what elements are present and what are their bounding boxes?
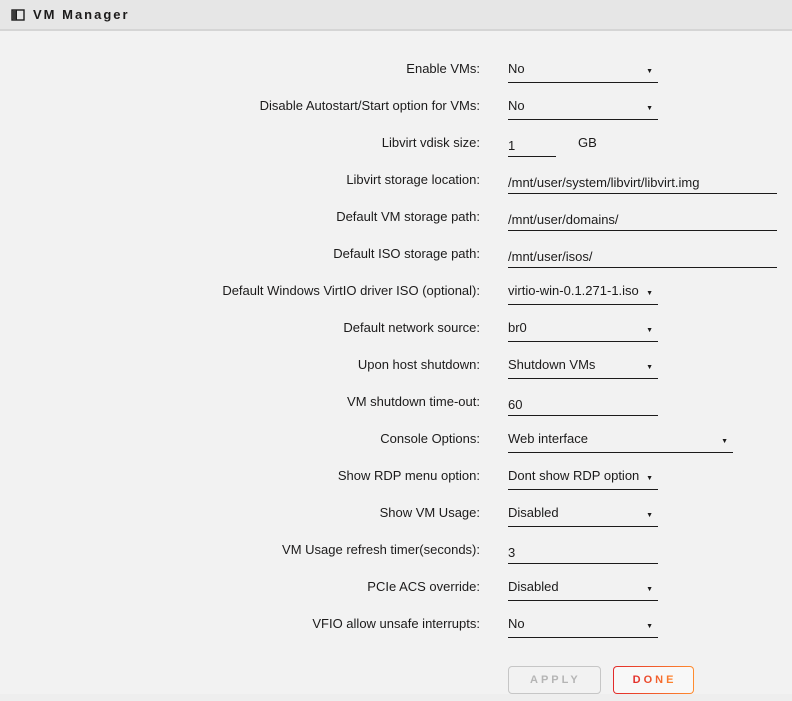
default-vm-storage-path-input[interactable]	[508, 209, 777, 231]
done-button[interactable]: DONE	[614, 667, 694, 693]
chevron-down-icon: ▼	[646, 360, 653, 375]
chevron-down-icon: ▼	[646, 619, 653, 634]
disable-autostart-label: Disable Autostart/Start option for VMs:	[0, 98, 480, 113]
show-vm-usage-row: Show VM Usage: Disabled ▼	[0, 505, 792, 542]
apply-button[interactable]: APPLY	[508, 666, 601, 694]
show-vm-usage-label: Show VM Usage:	[0, 505, 480, 520]
console-options-selected-value: Web interface	[508, 431, 588, 446]
default-network-source-selected-value: br0	[508, 320, 527, 335]
show-vm-usage-select[interactable]: Disabled ▼	[508, 505, 658, 527]
vm-settings-form: Enable VMs: No ▼ Disable Autostart/Start …	[0, 31, 792, 653]
enable-vms-label: Enable VMs:	[0, 61, 480, 76]
upon-host-shutdown-row: Upon host shutdown: Shutdown VMs ▼	[0, 357, 792, 394]
default-iso-storage-path-label: Default ISO storage path:	[0, 246, 480, 261]
vm-usage-refresh-timer-input[interactable]	[508, 542, 658, 564]
libvirt-vdisk-size-suffix-label: GB	[578, 135, 597, 150]
pcie-acs-override-label: PCIe ACS override:	[0, 579, 480, 594]
upon-host-shutdown-selected-value: Shutdown VMs	[508, 357, 595, 372]
libvirt-vdisk-size-label: Libvirt vdisk size:	[0, 135, 480, 150]
done-button-border: DONE	[613, 666, 695, 694]
vfio-unsafe-interrupts-label: VFIO allow unsafe interrupts:	[0, 616, 480, 631]
upon-host-shutdown-label: Upon host shutdown:	[0, 357, 480, 372]
show-rdp-menu-option-select[interactable]: Dont show RDP option ▼	[508, 468, 658, 490]
default-network-source-label: Default network source:	[0, 320, 480, 335]
form-buttons: APPLY DONE	[508, 666, 792, 694]
default-virtio-iso-row: Default Windows VirtIO driver ISO (optio…	[0, 283, 792, 320]
chevron-down-icon: ▼	[646, 582, 653, 597]
libvirt-storage-location-label: Libvirt storage location:	[0, 172, 480, 187]
vm-usage-refresh-timer-label: VM Usage refresh timer(seconds):	[0, 542, 480, 557]
done-button-label: DONE	[633, 674, 677, 686]
libvirt-vdisk-size-row: Libvirt vdisk size: GB	[0, 135, 792, 172]
enable-vms-row: Enable VMs: No ▼	[0, 61, 792, 98]
chevron-down-icon: ▼	[646, 101, 653, 116]
vm-shutdown-timeout-input[interactable]	[508, 394, 658, 416]
default-iso-storage-path-input[interactable]	[508, 246, 777, 268]
default-virtio-iso-selected-value: virtio-win-0.1.271-1.iso	[508, 283, 639, 298]
disable-autostart-selected-value: No	[508, 98, 525, 113]
default-network-source-row: Default network source: br0 ▼	[0, 320, 792, 357]
titlebar: VM Manager	[0, 0, 792, 31]
chevron-down-icon: ▼	[646, 471, 653, 486]
libvirt-storage-location-input[interactable]	[508, 172, 777, 194]
chevron-down-icon: ▼	[721, 434, 728, 449]
console-options-label: Console Options:	[0, 431, 480, 446]
enable-vms-select[interactable]: No ▼	[508, 61, 658, 83]
pcie-acs-override-selected-value: Disabled	[508, 579, 559, 594]
chevron-down-icon: ▼	[646, 64, 653, 79]
footer-strip	[0, 694, 792, 701]
pcie-acs-override-select[interactable]: Disabled ▼	[508, 579, 658, 601]
default-iso-storage-path-row: Default ISO storage path:	[0, 246, 792, 283]
show-rdp-menu-option-row: Show RDP menu option: Dont show RDP opti…	[0, 468, 792, 505]
vm-manager-page: VM Manager Enable VMs: No ▼ Disable Autos…	[0, 0, 792, 701]
chevron-down-icon: ▼	[646, 508, 653, 523]
default-virtio-iso-select[interactable]: virtio-win-0.1.271-1.iso ▼	[508, 283, 658, 305]
disable-autostart-row: Disable Autostart/Start option for VMs: …	[0, 98, 792, 135]
console-options-select[interactable]: Web interface ▼	[508, 431, 733, 453]
default-vm-storage-path-label: Default VM storage path:	[0, 209, 480, 224]
page-title: VM Manager	[33, 7, 130, 22]
libvirt-storage-location-row: Libvirt storage location:	[0, 172, 792, 209]
disable-autostart-select[interactable]: No ▼	[508, 98, 658, 120]
pcie-acs-override-row: PCIe ACS override: Disabled ▼	[0, 579, 792, 616]
vm-shutdown-timeout-label: VM shutdown time-out:	[0, 394, 480, 409]
show-vm-usage-selected-value: Disabled	[508, 505, 559, 520]
vfio-unsafe-interrupts-selected-value: No	[508, 616, 525, 631]
default-network-source-select[interactable]: br0 ▼	[508, 320, 658, 342]
upon-host-shutdown-select[interactable]: Shutdown VMs ▼	[508, 357, 658, 379]
vfio-unsafe-interrupts-row: VFIO allow unsafe interrupts: No ▼	[0, 616, 792, 653]
show-rdp-menu-option-label: Show RDP menu option:	[0, 468, 480, 483]
columns-window-icon	[11, 9, 25, 21]
console-options-row: Console Options: Web interface ▼	[0, 431, 792, 468]
vfio-unsafe-interrupts-select[interactable]: No ▼	[508, 616, 658, 638]
default-vm-storage-path-row: Default VM storage path:	[0, 209, 792, 246]
libvirt-vdisk-size-input[interactable]	[508, 135, 556, 157]
vm-usage-refresh-timer-row: VM Usage refresh timer(seconds):	[0, 542, 792, 579]
show-rdp-menu-option-selected-value: Dont show RDP option	[508, 468, 639, 483]
chevron-down-icon: ▼	[646, 323, 653, 338]
enable-vms-selected-value: No	[508, 61, 525, 76]
vm-shutdown-timeout-row: VM shutdown time-out:	[0, 394, 792, 431]
default-virtio-iso-label: Default Windows VirtIO driver ISO (optio…	[0, 283, 480, 298]
chevron-down-icon: ▼	[646, 286, 653, 301]
